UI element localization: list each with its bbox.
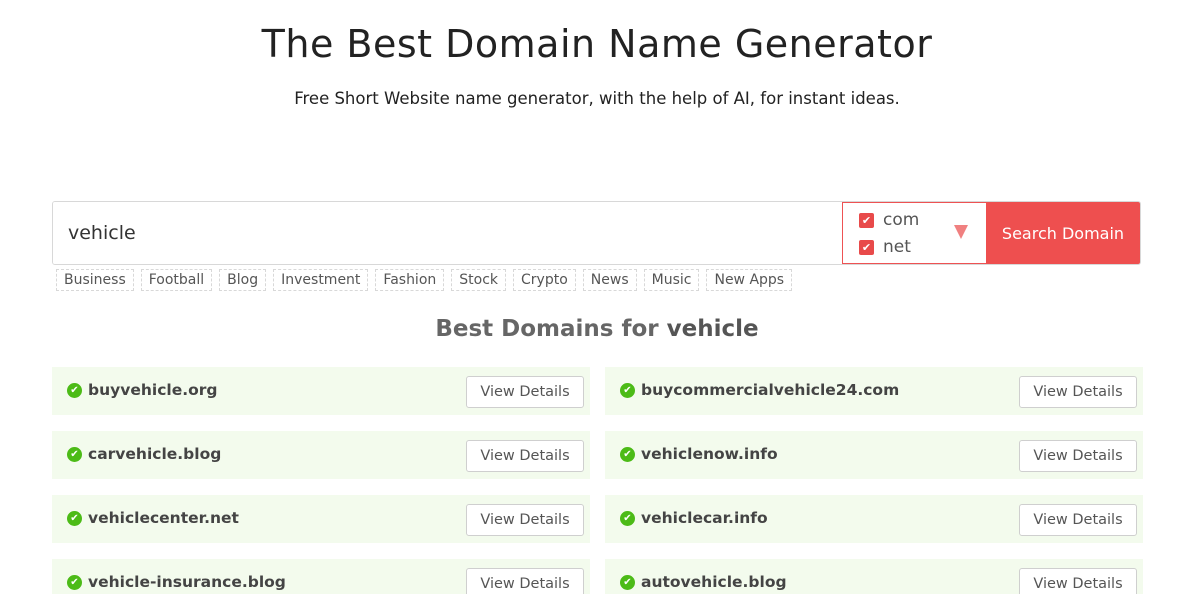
- result-card: ✔ vehiclecar.info View Details: [605, 495, 1143, 543]
- available-check-icon: ✔: [67, 575, 82, 590]
- domain-name: autovehicle.blog: [641, 573, 787, 591]
- search-domain-button[interactable]: Search Domain: [986, 202, 1140, 264]
- view-details-button[interactable]: View Details: [1019, 504, 1137, 536]
- available-check-icon: ✔: [67, 511, 82, 526]
- checkbox-checked-icon[interactable]: ✔: [859, 212, 874, 228]
- tag-news[interactable]: News: [582, 269, 637, 291]
- domain-name: vehiclecar.info: [641, 509, 768, 527]
- page-subtitle: Free Short Website name generator, with …: [294, 89, 900, 108]
- results-heading-prefix: Best Domains for: [435, 316, 659, 342]
- result-card: ✔ vehiclecenter.net View Details: [52, 495, 590, 543]
- search-input[interactable]: [53, 202, 842, 264]
- view-details-button[interactable]: View Details: [466, 504, 584, 536]
- view-details-button[interactable]: View Details: [466, 440, 584, 472]
- domain-name: buycommercialvehicle24.com: [641, 381, 900, 399]
- view-details-button[interactable]: View Details: [1019, 440, 1137, 472]
- result-card: ✔ buycommercialvehicle24.com View Detail…: [605, 367, 1143, 415]
- view-details-button[interactable]: View Details: [1019, 376, 1137, 408]
- available-check-icon: ✔: [620, 383, 635, 398]
- tag-fashion[interactable]: Fashion: [375, 269, 445, 291]
- available-check-icon: ✔: [620, 575, 635, 590]
- view-details-button[interactable]: View Details: [466, 568, 584, 594]
- checkbox-checked-icon[interactable]: ✔: [859, 239, 874, 255]
- available-check-icon: ✔: [620, 447, 635, 462]
- view-details-button[interactable]: View Details: [466, 376, 584, 408]
- tld-option-com[interactable]: ✔ com: [859, 210, 919, 230]
- result-card: ✔ vehiclenow.info View Details: [605, 431, 1143, 479]
- available-check-icon: ✔: [67, 383, 82, 398]
- tag-stock[interactable]: Stock: [451, 269, 507, 291]
- available-check-icon: ✔: [620, 511, 635, 526]
- results-heading: Best Domains for vehicle: [0, 316, 1194, 342]
- result-card: ✔ carvehicle.blog View Details: [52, 431, 590, 479]
- keyword-tags: Business Football Blog Investment Fashio…: [56, 269, 793, 291]
- search-bar: ✔ com ✔ net Search Domain: [52, 201, 1141, 265]
- dropdown-arrow-icon[interactable]: [954, 225, 968, 239]
- view-details-button[interactable]: View Details: [1019, 568, 1137, 594]
- result-card: ✔ autovehicle.blog View Details: [605, 559, 1143, 594]
- tld-label: com: [883, 210, 920, 230]
- domain-name: vehicle-insurance.blog: [88, 573, 286, 591]
- tag-investment[interactable]: Investment: [273, 269, 369, 291]
- domain-name: buyvehicle.org: [88, 381, 218, 399]
- page-title: The Best Domain Name Generator: [261, 22, 933, 66]
- tld-option-net[interactable]: ✔ net: [859, 237, 911, 257]
- available-check-icon: ✔: [67, 447, 82, 462]
- results-heading-keyword: vehicle: [666, 316, 759, 342]
- domain-name: vehiclecenter.net: [88, 509, 239, 527]
- tag-blog[interactable]: Blog: [219, 269, 267, 291]
- tag-music[interactable]: Music: [643, 269, 700, 291]
- domain-name: vehiclenow.info: [641, 445, 778, 463]
- tag-crypto[interactable]: Crypto: [513, 269, 576, 291]
- result-card: ✔ buyvehicle.org View Details: [52, 367, 590, 415]
- tld-selector[interactable]: ✔ com ✔ net: [842, 202, 986, 264]
- tag-new-apps[interactable]: New Apps: [706, 269, 793, 291]
- tag-business[interactable]: Business: [56, 269, 134, 291]
- tld-label: net: [883, 237, 911, 257]
- result-card: ✔ vehicle-insurance.blog View Details: [52, 559, 590, 594]
- tag-football[interactable]: Football: [140, 269, 213, 291]
- domain-name: carvehicle.blog: [88, 445, 222, 463]
